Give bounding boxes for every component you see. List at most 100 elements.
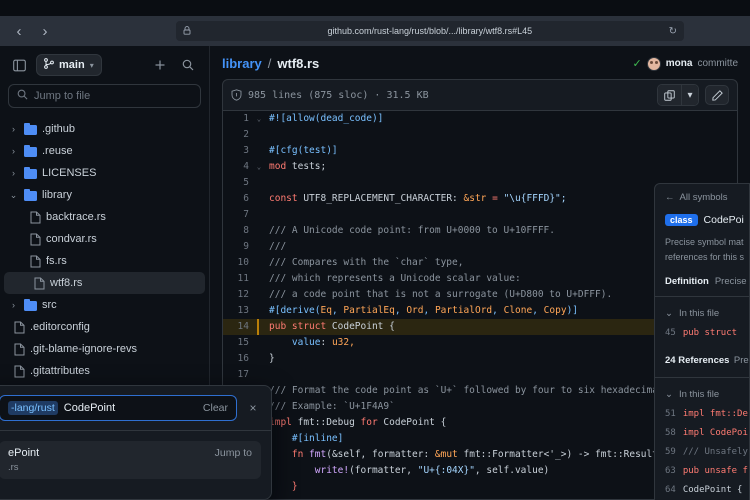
line-number[interactable]: 1 bbox=[223, 111, 253, 127]
file-icon bbox=[34, 277, 45, 290]
chevron-down-icon: ▾ bbox=[90, 61, 94, 70]
code-line[interactable]: 3#[cfg(test)] bbox=[223, 143, 737, 159]
code-text: #![allow(dead_code)] bbox=[265, 111, 383, 127]
reference-result-row[interactable]: 64CodePoint { bbox=[665, 485, 749, 495]
code-line[interactable]: 2 bbox=[223, 127, 737, 143]
search-icon[interactable] bbox=[177, 54, 199, 76]
chevron-right-icon[interactable]: › bbox=[8, 124, 19, 134]
reference-result-row[interactable]: 59/// Unsafely bbox=[665, 447, 749, 457]
search-dialog: -lang/rust CodePoint Clear × ePoint .rs … bbox=[0, 385, 272, 500]
tab-definition[interactable]: Definition bbox=[665, 276, 709, 287]
symbol-name: CodePoi bbox=[704, 214, 744, 226]
tree-item-backtrace-rs[interactable]: backtrace.rs bbox=[0, 206, 209, 228]
search-result-item[interactable]: ePoint .rs Jump to bbox=[0, 441, 261, 479]
all-symbols-back-button[interactable]: ← All symbols bbox=[665, 192, 749, 203]
avatar[interactable] bbox=[647, 57, 661, 71]
line-number[interactable]: 12 bbox=[223, 287, 253, 303]
tree-item-editorconfig[interactable]: .editorconfig bbox=[0, 316, 209, 338]
line-number[interactable]: 9 bbox=[223, 239, 253, 255]
folder-icon bbox=[24, 300, 37, 311]
tree-item-library[interactable]: ⌄library bbox=[0, 184, 209, 206]
tree-item-licenses[interactable]: ›LICENSES bbox=[0, 162, 209, 184]
file-icon bbox=[14, 321, 25, 334]
result-line-number: 58 bbox=[665, 428, 676, 438]
line-number[interactable]: 8 bbox=[223, 223, 253, 239]
code-line[interactable]: 1⌄#![allow(dead_code)] bbox=[223, 111, 737, 127]
search-scope-pill: -lang/rust bbox=[8, 401, 58, 415]
line-number[interactable]: 2 bbox=[223, 127, 253, 143]
file-icon bbox=[30, 255, 41, 268]
definition-group-header[interactable]: ⌄ In this file bbox=[665, 308, 749, 319]
tab-precise[interactable]: Precise bbox=[715, 276, 747, 287]
commit-author[interactable]: mona bbox=[666, 58, 693, 69]
chevron-right-icon[interactable]: › bbox=[8, 146, 19, 156]
line-number[interactable]: 4 bbox=[223, 159, 253, 175]
line-number[interactable]: 3 bbox=[223, 143, 253, 159]
line-number[interactable]: 11 bbox=[223, 271, 253, 287]
code-text: /// Compares with the `char` type, bbox=[265, 255, 463, 271]
tree-item-wtf8-rs[interactable]: wtf8.rs bbox=[4, 272, 205, 294]
definition-result-row[interactable]: 45pub struct bbox=[665, 328, 749, 338]
code-text: /// Example: `U+1F4A9` bbox=[265, 399, 395, 415]
chevron-down-icon[interactable]: ⌄ bbox=[8, 190, 19, 201]
reference-result-row[interactable]: 63pub unsafe f bbox=[665, 466, 749, 476]
file-icon bbox=[14, 365, 25, 378]
line-number[interactable]: 7 bbox=[223, 207, 253, 223]
commit-message: committe bbox=[697, 58, 738, 69]
close-icon[interactable]: × bbox=[245, 401, 261, 415]
breadcrumb-directory[interactable]: library bbox=[222, 56, 262, 71]
back-icon[interactable]: ‹ bbox=[8, 20, 30, 42]
tree-item-src[interactable]: ›src bbox=[0, 294, 209, 316]
line-number[interactable]: 5 bbox=[223, 175, 253, 191]
edit-file-button[interactable] bbox=[705, 85, 729, 105]
chevron-right-icon[interactable]: › bbox=[8, 168, 19, 178]
tree-item-git-blame-ignore-revs[interactable]: .git-blame-ignore-revs bbox=[0, 338, 209, 360]
forward-icon[interactable]: › bbox=[34, 20, 56, 42]
tree-item-reuse[interactable]: ›.reuse bbox=[0, 140, 209, 162]
result-line-number: 64 bbox=[665, 485, 676, 495]
code-line[interactable]: 4⌄mod tests; bbox=[223, 159, 737, 175]
code-text: /// a code point that is not a surrogate… bbox=[265, 287, 612, 303]
branch-selector[interactable]: main ▾ bbox=[36, 54, 102, 76]
code-text: impl fmt::Debug for CodePoint { bbox=[265, 415, 446, 431]
line-number[interactable]: 13 bbox=[223, 303, 253, 319]
browser-titlebar bbox=[0, 0, 750, 16]
tree-item-github[interactable]: ›.github bbox=[0, 118, 209, 140]
definition-results: 45pub struct bbox=[665, 328, 749, 338]
chevron-down-icon: ⌄ bbox=[665, 308, 673, 319]
line-number[interactable]: 10 bbox=[223, 255, 253, 271]
search-input[interactable]: -lang/rust CodePoint Clear bbox=[0, 395, 237, 421]
tree-item-fs-rs[interactable]: fs.rs bbox=[0, 250, 209, 272]
chevron-down-icon: ⌄ bbox=[665, 389, 673, 400]
clear-search-button[interactable]: Clear bbox=[203, 402, 228, 414]
jump-to-file-input[interactable]: Jump to file bbox=[8, 84, 201, 108]
reference-result-row[interactable]: 51impl fmt::De bbox=[665, 409, 749, 419]
file-icon bbox=[30, 233, 41, 246]
tree-item-gitattributes[interactable]: .gitattributes bbox=[0, 360, 209, 382]
reload-icon[interactable]: ↻ bbox=[669, 26, 677, 37]
fold-toggle-icon[interactable]: ⌄ bbox=[253, 159, 265, 175]
line-number[interactable]: 14 bbox=[223, 319, 253, 335]
line-number[interactable]: 6 bbox=[223, 191, 253, 207]
search-result-subtitle: .rs bbox=[8, 462, 215, 473]
main-content: library / wtf8.rs ✓ mona committe 985 li… bbox=[210, 46, 750, 500]
file-icon bbox=[30, 211, 41, 224]
fold-toggle-icon[interactable]: ⌄ bbox=[253, 111, 265, 127]
references-suffix: Pre bbox=[734, 355, 749, 366]
tree-item-condvar-rs[interactable]: condvar.rs bbox=[0, 228, 209, 250]
line-number[interactable]: 17 bbox=[223, 367, 253, 383]
address-bar[interactable]: github.com/rust-lang/rust/blob/.../libra… bbox=[176, 21, 684, 41]
panel-toggle-icon[interactable] bbox=[8, 54, 30, 76]
result-code: /// Unsafely bbox=[683, 447, 748, 457]
reference-result-row[interactable]: 58impl CodePoi bbox=[665, 428, 749, 438]
references-group-header[interactable]: ⌄ In this file bbox=[665, 389, 749, 400]
app-root: ‹ › github.com/rust-lang/rust/blob/.../l… bbox=[0, 0, 750, 500]
sidebar-header: main ▾ bbox=[0, 46, 209, 82]
tree-item-label: condvar.rs bbox=[46, 233, 97, 245]
copy-dropdown-button[interactable]: ▾ bbox=[682, 85, 698, 105]
copy-raw-button[interactable] bbox=[658, 85, 682, 105]
line-number[interactable]: 16 bbox=[223, 351, 253, 367]
chevron-right-icon[interactable]: › bbox=[8, 300, 19, 310]
add-file-icon[interactable] bbox=[149, 54, 171, 76]
line-number[interactable]: 15 bbox=[223, 335, 253, 351]
